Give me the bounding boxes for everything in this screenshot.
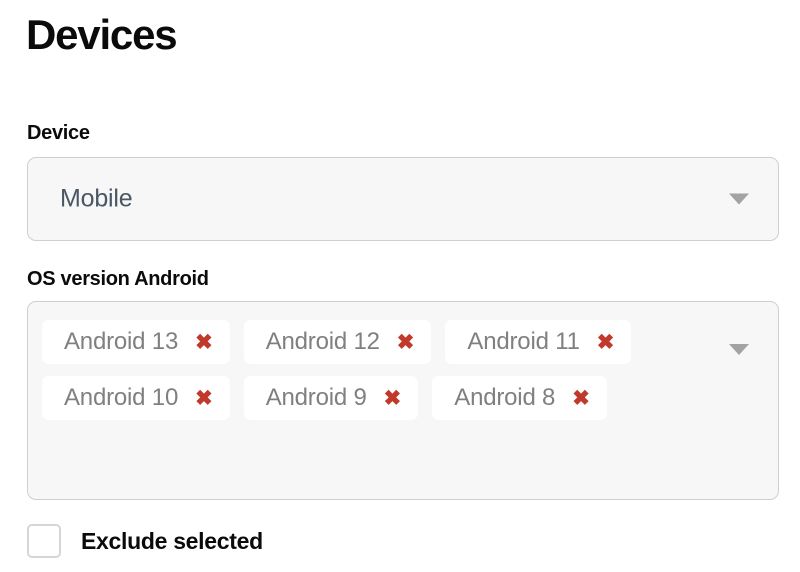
os-version-tag-label: Android 9 [265, 384, 367, 411]
os-version-tag[interactable]: Android 13 ✖ [42, 320, 230, 364]
os-version-tag-label: Android 12 [265, 328, 380, 355]
exclude-selected-checkbox[interactable] [27, 524, 61, 558]
close-icon[interactable]: ✖ [397, 332, 415, 353]
close-icon[interactable]: ✖ [572, 388, 590, 409]
os-version-field-label: OS version Android [27, 268, 209, 290]
os-version-tag-label: Android 10 [64, 384, 179, 411]
close-icon[interactable]: ✖ [597, 332, 615, 353]
os-version-tag-label: Android 8 [454, 384, 556, 411]
close-icon[interactable]: ✖ [195, 332, 213, 353]
os-version-multiselect[interactable]: Android 13 ✖ Android 12 ✖ Android 11 ✖ Android… [27, 301, 779, 500]
os-version-tag[interactable]: Android 10 ✖ [42, 376, 230, 420]
exclude-selected-label: Exclude selected [81, 527, 263, 554]
device-select[interactable]: Mobile [27, 157, 779, 241]
chevron-down-icon[interactable] [729, 344, 749, 355]
os-version-tag[interactable]: Android 12 ✖ [243, 320, 432, 364]
device-select-value: Mobile [60, 184, 133, 213]
os-version-tag[interactable]: Android 8 ✖ [432, 376, 607, 420]
os-version-tag[interactable]: Android 9 ✖ [243, 376, 419, 420]
os-version-tag-list: Android 13 ✖ Android 12 ✖ Android 11 ✖ Android… [42, 314, 692, 426]
exclude-selected-row[interactable]: Exclude selected [27, 524, 263, 558]
page-title: Devices [26, 11, 178, 58]
devices-panel: Devices Device Mobile OS version Android… [0, 0, 800, 572]
os-version-tag-label: Android 13 [64, 328, 179, 355]
device-field-label: Device [27, 122, 90, 144]
os-version-tag-label: Android 11 [467, 328, 580, 355]
close-icon[interactable]: ✖ [195, 388, 213, 409]
close-icon[interactable]: ✖ [384, 388, 402, 409]
chevron-down-icon[interactable] [729, 193, 749, 205]
os-version-tag[interactable]: Android 11 ✖ [445, 320, 632, 364]
